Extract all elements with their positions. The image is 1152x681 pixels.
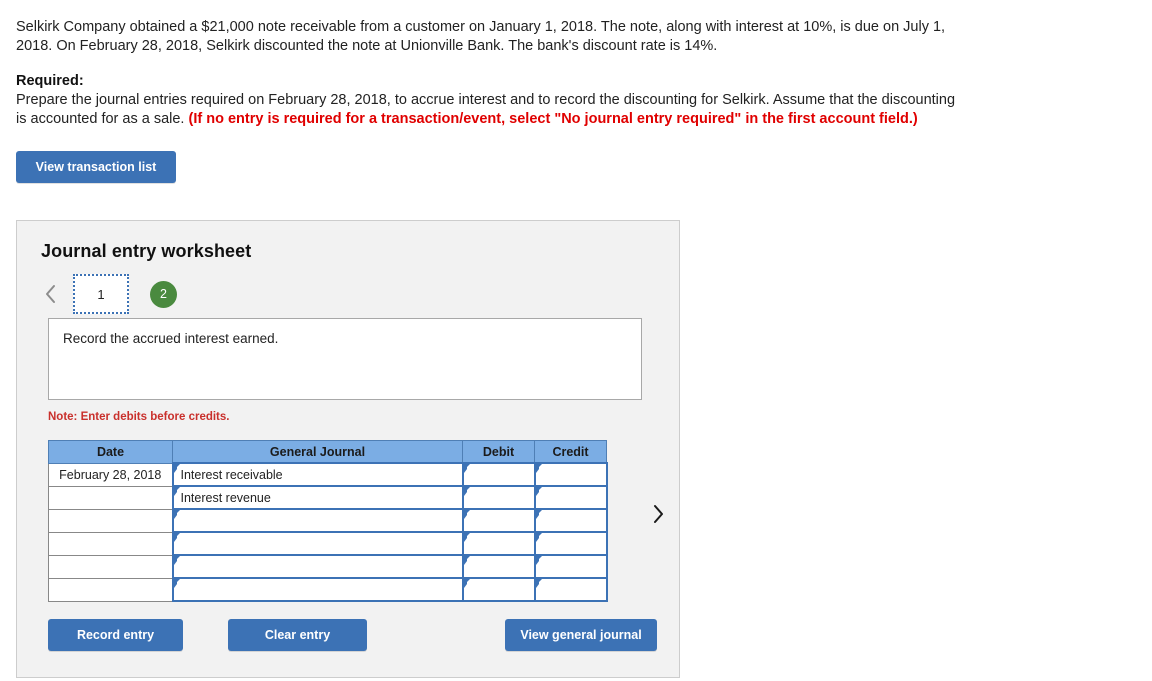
debit-cell[interactable] bbox=[461, 531, 536, 556]
credit-cell[interactable] bbox=[533, 577, 608, 602]
table-row bbox=[48, 577, 608, 602]
worksheet-title: Journal entry worksheet bbox=[41, 241, 252, 261]
date-cell[interactable] bbox=[48, 577, 173, 602]
date-cell[interactable] bbox=[48, 485, 173, 510]
table-row: Interest revenue bbox=[48, 485, 608, 510]
date-cell[interactable] bbox=[48, 531, 173, 556]
clear-entry-button[interactable]: Clear entry bbox=[228, 619, 367, 651]
debit-cell[interactable] bbox=[461, 577, 536, 602]
table-row bbox=[48, 554, 608, 579]
account-cell[interactable]: Interest revenue bbox=[171, 485, 464, 510]
date-cell[interactable] bbox=[48, 508, 173, 533]
problem-statement-text: Selkirk Company obtained a $21,000 note … bbox=[16, 19, 946, 54]
worksheet-footer-buttons: Record entry Clear entry View general jo… bbox=[48, 619, 668, 651]
required-emphasis-text: (If no entry is required for a transacti… bbox=[188, 111, 918, 127]
date-cell[interactable]: February 28, 2018 bbox=[48, 462, 173, 487]
credit-cell[interactable] bbox=[533, 531, 608, 556]
account-cell[interactable]: Interest receivable bbox=[171, 462, 464, 487]
column-header-date: Date bbox=[48, 440, 173, 464]
debit-cell[interactable] bbox=[461, 462, 536, 487]
view-transaction-list-button[interactable]: View transaction list bbox=[16, 151, 176, 183]
required-block: Required: Prepare the journal entries re… bbox=[16, 72, 966, 129]
general-journal-table: Date General Journal Debit Credit Februa… bbox=[48, 440, 608, 602]
debit-cell[interactable] bbox=[461, 554, 536, 579]
worksheet-tab-1[interactable]: 1 bbox=[73, 274, 129, 314]
debits-before-credits-note: Note: Enter debits before credits. bbox=[48, 411, 230, 423]
worksheet-tab-1-label: 1 bbox=[97, 286, 105, 302]
column-header-credit: Credit bbox=[534, 440, 607, 464]
table-row: February 28, 2018 Interest receivable bbox=[48, 462, 608, 487]
required-body: Prepare the journal entries required on … bbox=[16, 91, 966, 129]
column-header-debit: Debit bbox=[462, 440, 535, 464]
transaction-list-toolbar: View transaction list bbox=[0, 129, 1152, 183]
journal-entry-worksheet-panel: Journal entry worksheet 1 2 Record the a… bbox=[16, 220, 680, 678]
account-cell[interactable] bbox=[171, 554, 464, 579]
worksheet-tab-2[interactable]: 2 bbox=[150, 280, 177, 308]
view-general-journal-button[interactable]: View general journal bbox=[505, 619, 657, 651]
column-header-general-journal: General Journal bbox=[172, 440, 463, 464]
table-row bbox=[48, 531, 608, 556]
credit-cell[interactable] bbox=[533, 508, 608, 533]
table-body: February 28, 2018 Interest receivable In… bbox=[48, 462, 608, 602]
record-entry-button[interactable]: Record entry bbox=[48, 619, 183, 651]
credit-cell[interactable] bbox=[533, 485, 608, 510]
credit-cell[interactable] bbox=[533, 554, 608, 579]
account-cell[interactable] bbox=[171, 577, 464, 602]
account-cell[interactable] bbox=[171, 508, 464, 533]
credit-cell[interactable] bbox=[533, 462, 608, 487]
debit-cell[interactable] bbox=[461, 485, 536, 510]
worksheet-description-text: Record the accrued interest earned. bbox=[63, 331, 279, 346]
worksheet-pager: 1 2 bbox=[17, 262, 679, 316]
account-cell[interactable] bbox=[171, 531, 464, 556]
worksheet-tab-2-label: 2 bbox=[160, 287, 167, 301]
chevron-left-icon[interactable] bbox=[37, 279, 63, 309]
table-row bbox=[48, 508, 608, 533]
problem-statement-area: Selkirk Company obtained a $21,000 note … bbox=[0, 0, 982, 129]
date-cell[interactable] bbox=[48, 554, 173, 579]
chevron-right-icon[interactable] bbox=[645, 499, 671, 529]
table-header-row: Date General Journal Debit Credit bbox=[48, 440, 607, 464]
debit-cell[interactable] bbox=[461, 508, 536, 533]
worksheet-description-box: Record the accrued interest earned. bbox=[48, 318, 642, 400]
required-label: Required: bbox=[16, 73, 84, 89]
